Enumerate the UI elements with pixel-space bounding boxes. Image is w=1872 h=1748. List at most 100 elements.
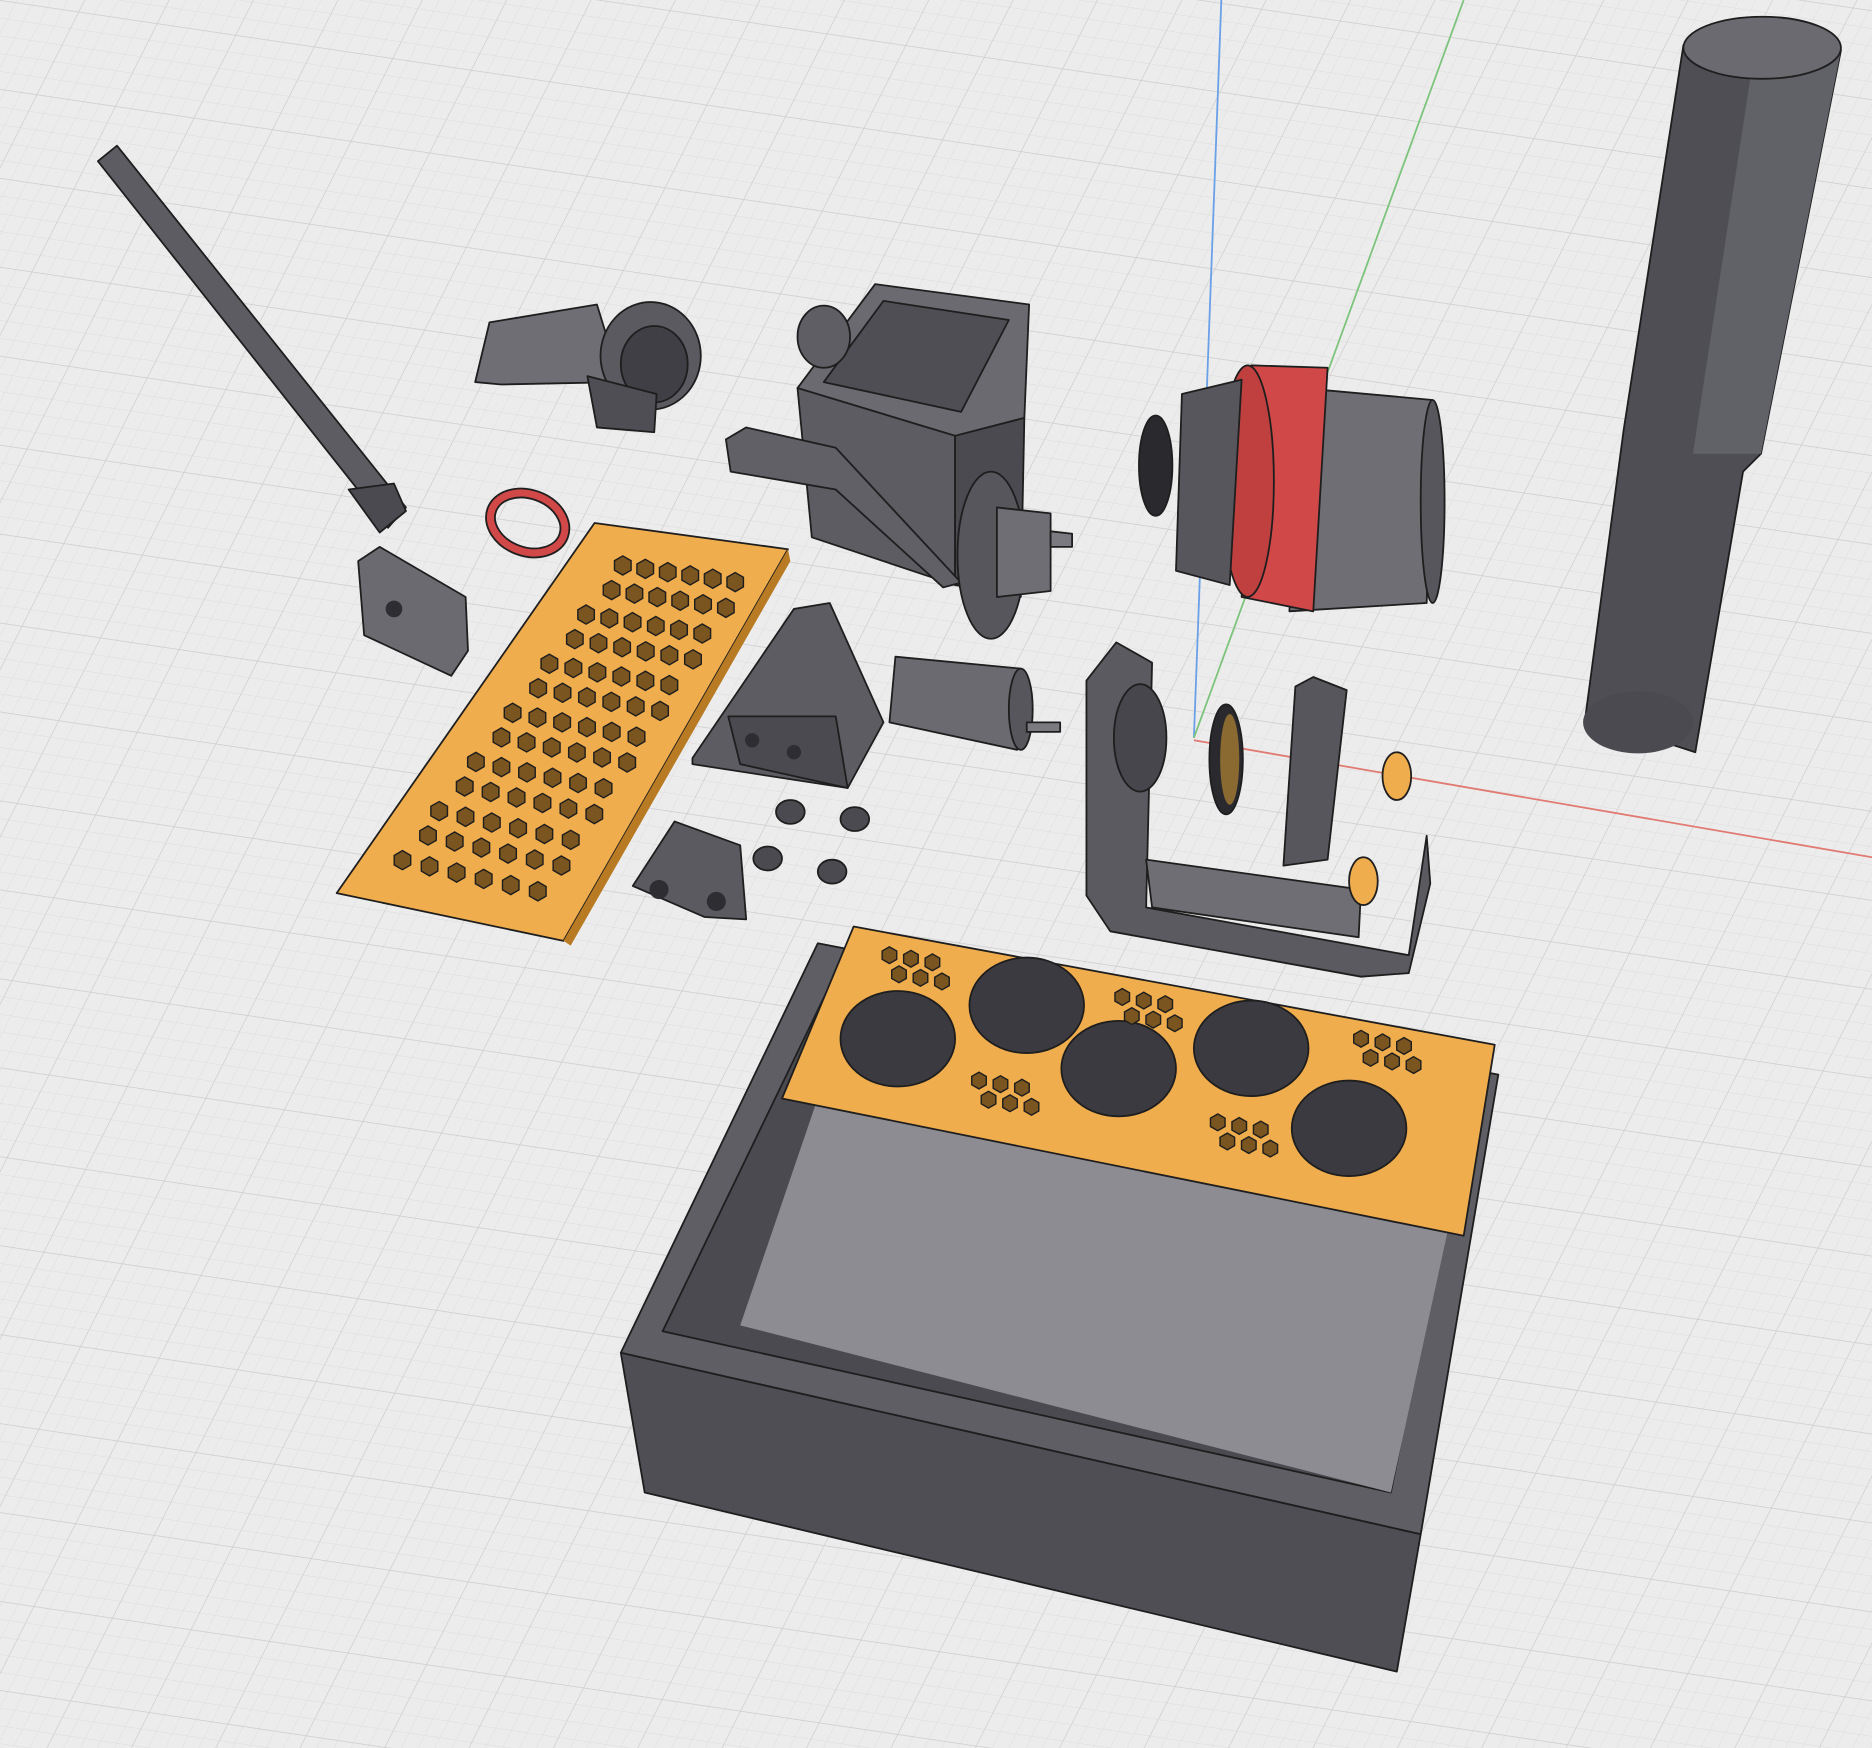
hex-cell (577, 716, 596, 738)
hex-cell (499, 843, 518, 864)
hex-cell (542, 737, 561, 758)
hex-cell (1262, 1139, 1279, 1158)
hex-cell (553, 711, 572, 733)
hex-cell (525, 849, 544, 870)
hex-cell (636, 558, 655, 580)
hex-cell (481, 781, 500, 803)
hex-cell (693, 623, 712, 644)
tray-hole (968, 956, 1085, 1054)
hex-cell (393, 849, 412, 871)
hex-cell (980, 1090, 997, 1109)
hex-cell (602, 721, 621, 743)
hex-cell (492, 727, 511, 748)
hex-cell (430, 800, 449, 822)
hex-cell (1396, 1036, 1412, 1056)
hex-cell (518, 762, 536, 783)
hex-cell (577, 604, 596, 625)
hex-cell (933, 972, 950, 991)
hex-cell (627, 726, 646, 748)
hex-cell (552, 855, 571, 876)
hex-cell (456, 806, 475, 828)
tray-hole (839, 990, 956, 1088)
hex-cell (528, 707, 547, 728)
foot[interactable] (816, 858, 848, 885)
hex-cell (600, 607, 619, 629)
hex-cell (593, 747, 612, 768)
hex-cell (681, 565, 700, 586)
hex-cell (902, 949, 919, 968)
foot[interactable] (775, 799, 806, 825)
hex-cell (447, 862, 466, 883)
hex-cell (1135, 991, 1152, 1010)
hex-cell (1145, 1010, 1162, 1029)
hex-cell (613, 636, 632, 658)
hex-cell (613, 555, 632, 576)
hex-cell (912, 968, 929, 988)
hex-cell (1353, 1029, 1370, 1048)
hex-cell (660, 644, 679, 666)
hex-cell (1240, 1135, 1257, 1155)
hex-cell (507, 787, 526, 808)
hex-cell (1013, 1078, 1030, 1097)
hex-cell (602, 691, 621, 713)
hex-cell (472, 837, 491, 858)
hex-cell (535, 823, 554, 845)
hex-cell (1362, 1048, 1379, 1068)
hex-cell (602, 579, 621, 601)
hex-cell (636, 670, 655, 692)
hex-cell (501, 874, 520, 896)
hex-cell (625, 583, 644, 605)
hex-cell (445, 831, 464, 852)
hex-cell (564, 657, 583, 679)
hex-cell (694, 593, 713, 615)
hex-cell (670, 619, 689, 641)
hex-cell (588, 661, 607, 683)
hex-cell (1123, 1006, 1140, 1026)
hex-cell (589, 632, 608, 654)
hex-cell (890, 965, 907, 984)
hex-cell (577, 686, 596, 708)
hex-cell (970, 1071, 987, 1090)
hex-cell (992, 1074, 1009, 1094)
hex-cell (924, 953, 941, 972)
hex-cell (881, 946, 898, 965)
tray-hole (1192, 999, 1310, 1097)
hex-cell (636, 640, 655, 662)
hex-cell (420, 855, 439, 877)
foot[interactable] (839, 806, 871, 832)
hex-cell (565, 628, 584, 650)
hex-cell (1114, 987, 1131, 1007)
hex-cell (626, 695, 645, 717)
hex-cell (517, 732, 536, 753)
hex-cell (671, 590, 690, 612)
hex-cell (559, 798, 578, 819)
hex-cell (1023, 1097, 1040, 1117)
hex-cell (543, 767, 562, 789)
hex-cell (569, 772, 588, 794)
foot[interactable] (752, 845, 783, 872)
hex-cell (623, 611, 642, 633)
hex-cell (651, 700, 670, 722)
hex-cell (466, 751, 485, 773)
hex-cell (492, 756, 511, 778)
hex-cell (482, 812, 501, 833)
hex-cell (1209, 1113, 1226, 1132)
bushing[interactable] (1348, 856, 1379, 906)
hex-cell (1219, 1132, 1236, 1151)
cad-viewport-canvas[interactable] (0, 0, 1872, 1748)
hex-cell (716, 597, 735, 619)
hex-cell (474, 868, 493, 890)
hex-cell (528, 880, 547, 902)
hex-cell (509, 817, 528, 839)
tray-hole (1060, 1019, 1177, 1118)
hex-cell (658, 561, 677, 583)
hex-cell (726, 571, 745, 593)
hex-cell (503, 702, 522, 724)
hex-cell (1157, 994, 1174, 1014)
hex-cell (703, 568, 722, 590)
bushing[interactable] (1381, 751, 1413, 801)
hex-cell (567, 742, 586, 763)
hex-cell (455, 776, 474, 797)
hex-cell (561, 829, 580, 851)
hex-cell (1231, 1116, 1248, 1136)
